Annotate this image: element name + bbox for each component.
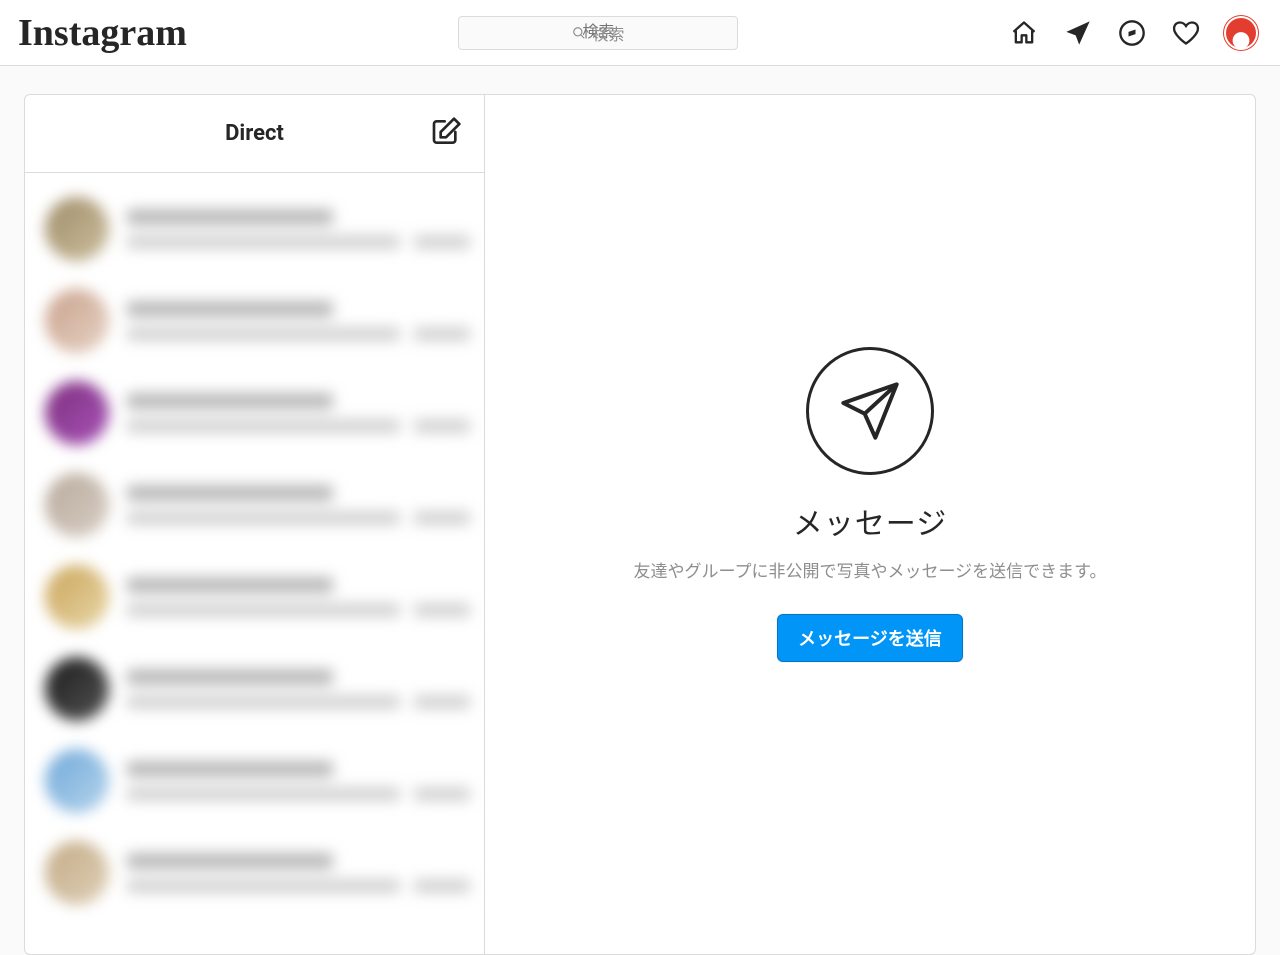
paper-plane-outline-icon bbox=[838, 379, 902, 443]
home-icon[interactable] bbox=[1010, 19, 1038, 47]
thread-username bbox=[127, 577, 333, 593]
thread-username bbox=[127, 853, 333, 869]
empty-state-icon-wrapper bbox=[806, 347, 934, 475]
thread-body bbox=[127, 669, 470, 709]
thread-timestamp bbox=[414, 695, 470, 709]
thread-avatar bbox=[45, 289, 109, 353]
thread-timestamp bbox=[414, 327, 470, 341]
thread-preview bbox=[127, 511, 400, 525]
thread-preview bbox=[127, 787, 400, 801]
thread-preview bbox=[127, 695, 400, 709]
thread-timestamp bbox=[414, 879, 470, 893]
empty-state-title: メッセージ bbox=[793, 499, 947, 543]
thread-avatar bbox=[45, 197, 109, 261]
thread-timestamp bbox=[414, 787, 470, 801]
thread-timestamp bbox=[414, 419, 470, 433]
thread-item[interactable] bbox=[35, 551, 480, 643]
thread-preview bbox=[127, 603, 400, 617]
search-wrapper[interactable]: 検索 bbox=[458, 16, 738, 50]
message-pane: メッセージ 友達やグループに非公開で写真やメッセージを送信できます。 メッセージ… bbox=[485, 95, 1255, 954]
thread-body bbox=[127, 761, 470, 801]
heart-icon[interactable] bbox=[1172, 19, 1200, 47]
thread-item[interactable] bbox=[35, 827, 480, 919]
thread-item[interactable] bbox=[35, 459, 480, 551]
thread-avatar bbox=[45, 473, 109, 537]
thread-item[interactable] bbox=[35, 183, 480, 275]
empty-state-description: 友達やグループに非公開で写真やメッセージを送信できます。 bbox=[634, 557, 1107, 582]
thread-preview bbox=[127, 327, 400, 341]
thread-preview bbox=[127, 235, 400, 249]
send-message-button[interactable]: メッセージを送信 bbox=[777, 614, 963, 662]
thread-username bbox=[127, 393, 333, 409]
thread-timestamp bbox=[414, 511, 470, 525]
thread-preview bbox=[127, 879, 400, 893]
nav-center: 検索 bbox=[187, 16, 1010, 50]
thread-body bbox=[127, 393, 470, 433]
thread-body bbox=[127, 577, 470, 617]
direct-sidebar: Direct bbox=[25, 95, 485, 954]
thread-username bbox=[127, 485, 333, 501]
thread-avatar bbox=[45, 657, 109, 721]
instagram-logo[interactable]: Instagram bbox=[18, 11, 187, 55]
thread-avatar bbox=[45, 841, 109, 905]
thread-preview bbox=[127, 419, 400, 433]
thread-avatar bbox=[45, 749, 109, 813]
sidebar-title: Direct bbox=[225, 121, 284, 146]
compass-icon[interactable] bbox=[1118, 19, 1146, 47]
sidebar-header: Direct bbox=[25, 95, 484, 173]
nav-left: Instagram bbox=[18, 11, 187, 55]
thread-avatar bbox=[45, 381, 109, 445]
thread-username bbox=[127, 669, 333, 685]
thread-body bbox=[127, 301, 470, 341]
thread-timestamp bbox=[414, 603, 470, 617]
nav-right bbox=[1010, 18, 1262, 48]
thread-list[interactable] bbox=[25, 173, 484, 954]
thread-body bbox=[127, 853, 470, 893]
compose-icon bbox=[430, 116, 462, 148]
thread-username bbox=[127, 209, 333, 225]
thread-item[interactable] bbox=[35, 367, 480, 459]
thread-avatar bbox=[45, 565, 109, 629]
compose-button[interactable] bbox=[430, 116, 462, 152]
thread-username bbox=[127, 301, 333, 317]
thread-username bbox=[127, 761, 333, 777]
top-nav: Instagram 検索 bbox=[0, 0, 1280, 66]
search-input[interactable] bbox=[458, 16, 738, 50]
direct-container: Direct メッセージ 友達やグループに非公開で写真やメッセージを送信できます… bbox=[24, 94, 1256, 955]
thread-timestamp bbox=[414, 235, 470, 249]
paper-plane-icon[interactable] bbox=[1064, 19, 1092, 47]
thread-item[interactable] bbox=[35, 643, 480, 735]
thread-body bbox=[127, 209, 470, 249]
profile-avatar[interactable] bbox=[1226, 18, 1256, 48]
thread-item[interactable] bbox=[35, 735, 480, 827]
thread-item[interactable] bbox=[35, 275, 480, 367]
thread-body bbox=[127, 485, 470, 525]
